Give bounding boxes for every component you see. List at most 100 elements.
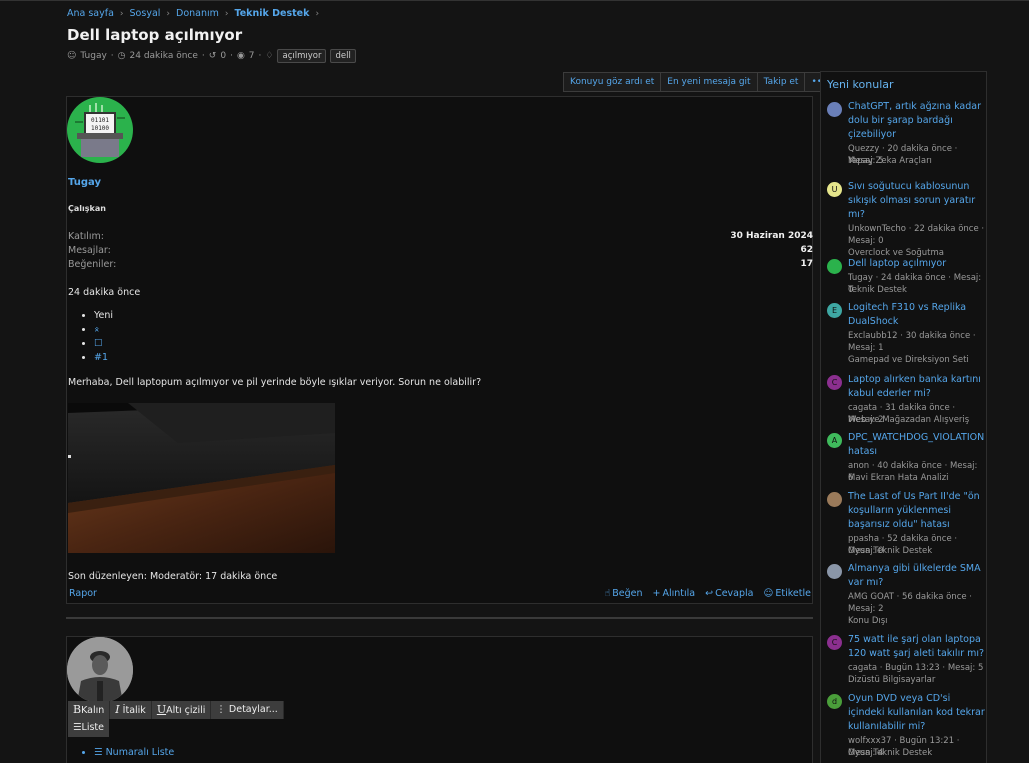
avatar[interactable]: 01101 10100 [67,97,133,163]
sidebar-thread-forum[interactable]: Mavi Ekran Hata Analizi [848,472,949,484]
more-vertical-icon: ⋮ [216,704,226,715]
attachment-image[interactable] [68,403,335,553]
list-label: Liste [81,722,104,733]
replies-icon: ↺ [208,51,217,61]
post-actions: ☝ Beğen + Alıntıla ↩ Cevapla ☺ Etiketle [604,588,811,599]
sidebar-thread-meta: UnkownTecho · 22 dakika önce · Mesaj: 0 [848,224,985,246]
avatar[interactable]: C [827,635,842,650]
sidebar-thread-title[interactable]: Dell laptop açılmıyor [848,257,985,271]
sidebar-thread-title[interactable]: The Last of Us Part II'de "ön koşulların… [848,490,985,532]
thread-actions: Konuyu göz ardı et En yeni mesaja git Ta… [563,72,842,92]
post-username[interactable]: Tugay [68,177,101,188]
sidebar-thread-forum[interactable]: Oyun Teknik Destek [848,545,932,557]
follow-button[interactable]: Takip et [756,72,806,92]
sidebar-thread-forum[interactable]: Teknik Destek [848,284,907,296]
avatar[interactable]: A [827,433,842,448]
bookmark-icon[interactable]: ☐ [94,338,113,352]
bold-button[interactable]: BKalın [68,701,111,719]
list-button[interactable]: ☰Liste [68,719,109,737]
edited-note: Son düzenleyen: Moderatör: 17 dakika önc… [68,571,278,582]
avatar[interactable] [827,564,842,579]
italic-label: İtalik [122,705,146,716]
stat-value: 62 [800,245,813,255]
stat-label: Katılım: [68,231,104,242]
sidebar-thread-title[interactable]: Oyun DVD veya CD'si içindeki kullanılan … [848,692,985,734]
jump-newest-button[interactable]: En yeni mesaja git [660,72,758,92]
sidebar-thread-meta: AMG GOAT · 56 dakika önce · Mesaj: 2 [848,592,973,614]
avatar[interactable] [827,259,842,274]
new-threads-sidebar: Yeni konular ChatGPT, artık ağzına kadar… [820,71,987,763]
like-label: Beğen [612,588,643,599]
sidebar-thread-title[interactable]: Logitech F310 vs Replika DualShock [848,301,985,329]
divider [66,617,813,619]
report-link[interactable]: Rapor [69,588,97,599]
like-button[interactable]: ☝ Beğen [604,588,642,599]
mention-button[interactable]: ☺ Etiketle [764,588,812,599]
sidebar-thread-forum[interactable]: Dizüstü Bilgisayarlar [848,674,935,686]
details-label: Detaylar... [228,704,278,715]
thread-author[interactable]: Tugay [80,51,106,61]
details-button[interactable]: ⋮ Detaylar... [211,701,284,719]
avatar[interactable] [827,492,842,507]
sidebar-thread-meta: Exclaubb12 · 30 dakika önce · Mesaj: 1 [848,331,976,353]
breadcrumb-home[interactable]: Ana sayfa [67,8,114,19]
sidebar-thread-forum[interactable]: Gamepad ve Direksiyon Seti [848,354,969,366]
avatar[interactable] [67,637,133,703]
sidebar-thread-meta: cagata · Bugün 13:23 · Mesaj: 5 [848,663,984,673]
sidebar-thread-title[interactable]: ChatGPT, artık ağzına kadar dolu bir şar… [848,100,985,142]
sidebar-thread-forum[interactable]: Konu Dışı [848,615,888,627]
avatar[interactable] [827,102,842,117]
chevron-right-icon: › [315,8,320,19]
stat-row: Beğeniler: 17 [68,259,813,273]
ignore-thread-button[interactable]: Konuyu göz ardı et [563,72,662,92]
stat-row: Katılım: 30 Haziran 2024 [68,231,813,245]
underline-label: Altı çizili [166,705,206,716]
reply-button[interactable]: ↩ Cevapla [705,588,753,599]
avatar[interactable]: C [827,375,842,390]
chevron-right-icon: › [119,8,124,19]
thread-time[interactable]: 24 dakika önce [130,51,198,61]
bold-label: Kalın [81,705,105,716]
stat-value: 30 Haziran 2024 [730,231,813,241]
thread-replies: 0 [220,51,227,61]
editor-dropdown-list: ☰ Numaralı Liste [94,747,174,758]
breadcrumb-social[interactable]: Sosyal [130,8,161,19]
sidebar-thread-title[interactable]: Sıvı soğutucu kablosunun sıkışık olması … [848,180,985,222]
quick-reply: BKalın I İtalik UAltı çizili ⋮ Detaylar.… [66,636,813,763]
sidebar-thread-forum[interactable]: Oyun Teknik Destek [848,747,932,759]
post-number: #1 [94,352,109,363]
sidebar-thread-title[interactable]: 75 watt ile şarj olan laptopa 120 watt ş… [848,633,985,661]
clock-icon: ◷ [117,51,126,61]
sidebar-thread-forum[interactable]: Web ve Mağazadan Alışveriş [848,414,969,426]
views-icon: ◉ [236,51,245,61]
post-date[interactable]: 24 dakika önce [68,287,140,298]
plus-icon: + [652,588,661,599]
list-icon: ☰ [73,722,82,733]
svg-text:10100: 10100 [91,125,109,132]
numbered-list-option[interactable]: ☰ Numaralı Liste [94,747,174,758]
sidebar-thread-title[interactable]: Almanya gibi ülkelerde SMA var mı? [848,562,985,590]
sidebar-thread-title[interactable]: DPC_WATCHDOG_VIOLATION hatası [848,431,985,459]
thread-meta: ☺ Tugay · ◷ 24 dakika önce · ↺ 0 · ◉ 7 ·… [67,49,356,63]
avatar[interactable]: U [827,182,842,197]
quote-label: Alıntıla [662,588,696,599]
italic-button[interactable]: I İtalik [110,701,152,719]
post-message: Merhaba, Dell laptopum açılmıyor ve pil … [68,377,482,388]
share-icon[interactable]: ⨰ [94,324,113,338]
post-number-link[interactable]: #1 [94,352,113,366]
breadcrumb: Ana sayfa › Sosyal › Donanım › Teknik De… [67,8,319,19]
breadcrumb-tech-support[interactable]: Teknik Destek [235,8,310,19]
svg-text:01101: 01101 [91,117,109,124]
tag-acilmiyor[interactable]: açılmıyor [277,49,327,63]
reply-label: Cevapla [715,588,754,599]
sidebar-thread-forum[interactable]: Yapay Zeka Araçları [848,155,932,167]
breadcrumb-hardware[interactable]: Donanım [176,8,219,19]
quote-button[interactable]: + Alıntıla [653,588,696,599]
sidebar-heading: Yeni konular [827,78,894,91]
top-border [0,0,1029,1]
underline-button[interactable]: UAltı çizili [151,701,212,719]
avatar[interactable]: E [827,303,842,318]
tag-dell[interactable]: dell [330,49,356,63]
avatar[interactable]: d [827,694,842,709]
sidebar-thread-title[interactable]: Laptop alırken banka kartını kabul ederl… [848,373,985,401]
